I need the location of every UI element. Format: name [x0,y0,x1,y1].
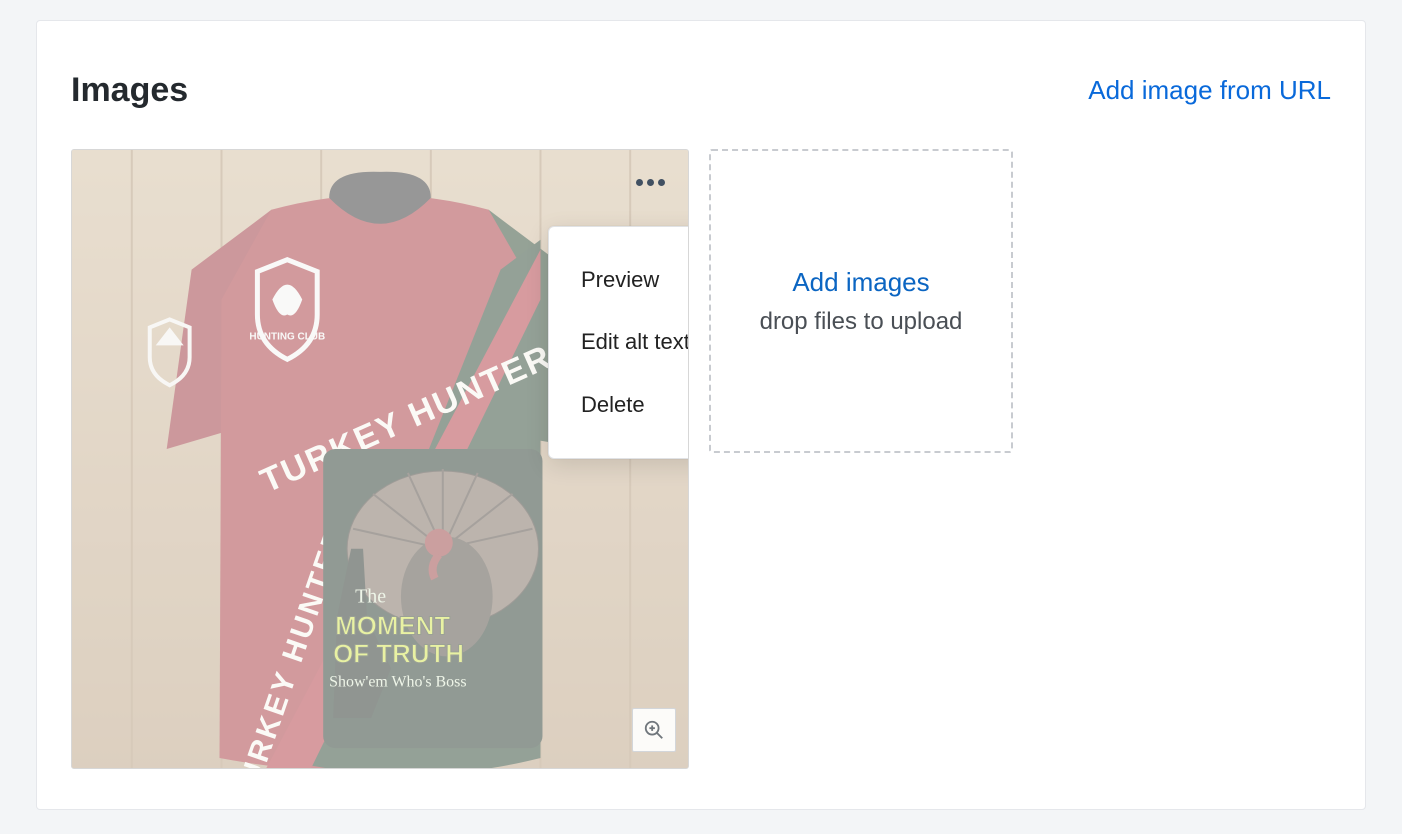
menu-item-edit-alt-text[interactable]: Edit alt text [549,311,689,373]
upload-drop-text: drop files to upload [760,308,963,336]
image-gallery: HUNTING CLUB TURKEY HUNTER TURKEY HUNTER [71,149,1013,769]
images-card: Images Add image from URL [36,20,1366,810]
menu-item-delete[interactable]: Delete [549,374,689,436]
more-options-icon[interactable] [626,166,674,198]
zoom-icon[interactable] [632,708,676,752]
upload-tile[interactable]: Add images drop files to upload [709,149,1013,453]
section-header: Images Add image from URL [71,71,1331,110]
add-images-link[interactable]: Add images [792,267,929,298]
section-title: Images [71,71,188,110]
menu-item-preview[interactable]: Preview [549,249,689,311]
image-tile[interactable]: HUNTING CLUB TURKEY HUNTER TURKEY HUNTER [71,149,689,769]
image-context-menu: Preview Edit alt text Delete [548,226,689,459]
add-image-from-url-link[interactable]: Add image from URL [1088,75,1331,106]
